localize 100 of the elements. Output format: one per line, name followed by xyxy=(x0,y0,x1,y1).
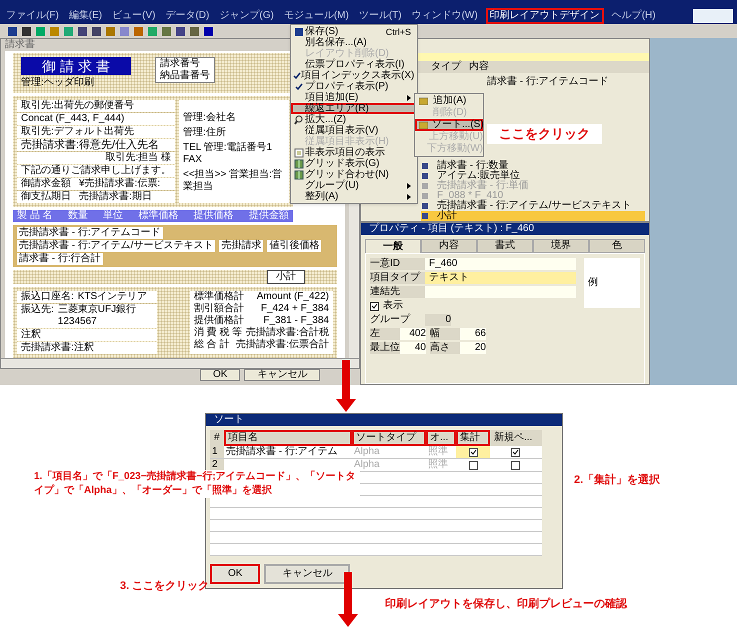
dropdown-item[interactable]: グリッド表示(G) xyxy=(291,158,417,169)
field-label: グループ xyxy=(370,314,412,326)
dropdown-item[interactable]: 伝票プロパティ表示(I) xyxy=(291,59,417,70)
table-field: 売掛請求書 - 行:アイテム/サービステキスト xyxy=(17,240,216,252)
item-label: 削除(D) xyxy=(433,108,467,118)
total-label: 標準価格計 xyxy=(194,291,244,302)
menu-item[interactable]: ビュー(V) xyxy=(110,10,158,22)
total-value: 売掛請求書:伝票合計 xyxy=(236,339,329,351)
checkbox[interactable] xyxy=(510,448,520,456)
company-field: TEL 管理:電話番号1 FAX xyxy=(183,142,285,166)
input-field[interactable]: 402 xyxy=(400,328,426,340)
checkbox[interactable] xyxy=(510,460,520,470)
subtotal-field: 小計 xyxy=(267,270,305,284)
dropdown-item[interactable]: 繰返エリア(R) xyxy=(291,103,417,114)
column-header[interactable]: 新規ペ... xyxy=(490,430,540,446)
menu-item[interactable]: ファイル(F) xyxy=(4,10,61,22)
item-label: 非表示項目の表示 xyxy=(305,148,385,158)
row-content: 売掛請求書 - 行:単価 xyxy=(437,181,529,191)
field-value: 三菱東京UFJ銀行 1234567 xyxy=(58,304,138,328)
item-name-field[interactable]: 売掛請求書 - 行:アイテム xyxy=(224,446,352,458)
tab[interactable]: 書式 xyxy=(477,239,533,253)
column-header[interactable]: オ... xyxy=(426,430,456,446)
item-label: グリッド合わせ(N) xyxy=(305,170,389,180)
column-header: タイプ xyxy=(431,61,461,73)
checkbox[interactable] xyxy=(468,460,478,470)
item-label: 別名保存...(A) xyxy=(305,38,367,48)
menu-item[interactable]: ツール(T) xyxy=(356,10,404,22)
item-label: プロパティ表示(P) xyxy=(305,82,388,92)
callout-text: ここをクリック xyxy=(487,124,602,144)
field-label: 御請求金額 xyxy=(21,178,71,190)
dropdown-item[interactable]: グリッド合わせ(N) xyxy=(291,169,417,180)
field-label: 連結先 xyxy=(370,286,425,298)
field-label: 左 xyxy=(370,328,400,340)
menu-item[interactable]: 編集(E) xyxy=(66,10,104,22)
field-label: 幅 xyxy=(430,328,460,340)
item-label: グループ(U) xyxy=(305,180,359,190)
note-field: 売掛請求書:注釈 xyxy=(17,342,157,354)
total-label: 総 合 計 xyxy=(194,339,230,351)
dropdown-item[interactable]: グループ(U) xyxy=(291,180,417,191)
dropdown-item[interactable]: 保存(S) Ctrl+S xyxy=(291,26,417,37)
input-field[interactable]: 40 xyxy=(400,342,426,354)
item-label: 従属項目非表示(H) xyxy=(305,136,389,146)
column-header[interactable]: 集計 xyxy=(456,430,490,446)
dialog-button[interactable]: OK xyxy=(200,369,240,381)
column-header[interactable]: 項目名 xyxy=(224,430,352,446)
tab[interactable]: 境界 xyxy=(533,239,589,253)
table-field: 売掛請求書 - 行:アイテムコード xyxy=(17,227,163,239)
dropdown-item[interactable]: 整列(A) xyxy=(291,191,417,202)
total-value: F_381 - F_384 xyxy=(263,315,329,326)
field-value: KTSインテリア xyxy=(78,291,148,303)
tab[interactable]: 内容 xyxy=(421,239,477,253)
menu-item[interactable]: ジャンプ(G) xyxy=(217,10,276,22)
input-field[interactable]: F_460 xyxy=(425,258,576,270)
checkbox[interactable] xyxy=(370,302,379,310)
column-header[interactable]: ソートタイプ xyxy=(352,430,426,446)
input-field[interactable]: 0 xyxy=(425,314,451,326)
dropdown-item[interactable]: プロパティ表示(P) xyxy=(291,81,417,92)
menu-item[interactable]: モジュール(M) xyxy=(282,10,351,22)
item-label: 保存(S) xyxy=(305,26,338,36)
dropdown-item[interactable]: 項目インデックス表示(X) xyxy=(291,70,417,81)
dialog-button[interactable]: キャンセル xyxy=(244,369,320,381)
total-value: 売掛請求書:合計税 xyxy=(246,327,329,338)
dropdown-item[interactable]: 別名保存...(A) xyxy=(291,37,417,48)
input-field[interactable]: 66 xyxy=(460,328,486,340)
dropdown-item[interactable]: 拡大...(Z) xyxy=(291,114,417,125)
submenu-item[interactable]: 追加(A) xyxy=(415,95,483,107)
company-field: 管理:会社名 xyxy=(183,112,285,124)
dropdown-field[interactable] xyxy=(425,286,576,298)
menu-item[interactable]: データ(D) xyxy=(163,10,212,22)
tab[interactable]: 色 xyxy=(589,239,645,253)
column-header: 標準価格 xyxy=(138,210,178,222)
item-label: 項目追加(E) xyxy=(305,92,358,102)
field-label: 御支払期日 xyxy=(21,191,71,203)
dropdown-item[interactable]: 従属項目表示(V) xyxy=(291,125,417,136)
window-title: 請求書 xyxy=(5,39,35,51)
down-arrow xyxy=(338,572,358,627)
input-field[interactable]: テキスト xyxy=(425,272,576,284)
table-field: 値引後価格 xyxy=(267,240,322,252)
item-label: レイアウト削除(D) xyxy=(305,48,389,58)
tab[interactable]: 一般 xyxy=(365,239,421,253)
row-content: 請求書 - 行:数量 xyxy=(437,161,509,171)
menu-item[interactable]: ウィンドウ(W) xyxy=(410,10,480,22)
header-field: 管理:ヘッダ印刷 xyxy=(21,77,131,89)
row-content: F_088 * F_410 xyxy=(437,191,504,201)
list-row[interactable]: 小計 xyxy=(421,211,645,221)
item-label: 下方移動(W) xyxy=(426,144,483,154)
dialog-button[interactable]: キャンセル xyxy=(264,564,350,584)
field-label: 最上位 xyxy=(370,342,400,354)
grid-icon xyxy=(294,170,304,180)
row-number: 1 xyxy=(210,446,224,458)
company-field: 管理:住所 xyxy=(183,127,285,139)
menu-item[interactable]: ヘルプ(H) xyxy=(610,10,658,22)
menu-item[interactable]: 印刷レイアウトデザイン xyxy=(486,8,604,24)
dialog-button[interactable]: OK xyxy=(210,564,260,584)
dropdown-item[interactable]: 項目追加(E) xyxy=(291,92,417,103)
dropdown-item[interactable]: 非表示項目の表示 xyxy=(291,147,417,158)
note-field: 注釈 xyxy=(17,329,157,341)
input-field[interactable]: 20 xyxy=(460,342,486,354)
checkbox[interactable] xyxy=(468,448,478,456)
column-header[interactable]: # xyxy=(210,430,224,446)
